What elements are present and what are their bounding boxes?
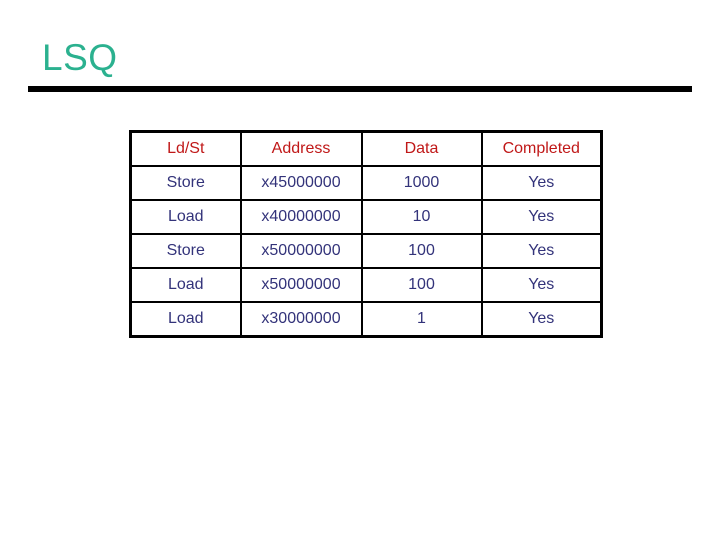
cell-ldst: Load [129, 267, 242, 303]
cell-address: x40000000 [239, 199, 363, 235]
cell-completed: Yes [480, 267, 603, 303]
lsq-table-container: Ld/St Address Data Completed Store x4500… [129, 130, 603, 338]
column-header-completed: Completed [480, 130, 603, 167]
column-header-address: Address [239, 130, 363, 167]
page-title: LSQ [42, 37, 118, 78]
table-row: Load x30000000 1 Yes [129, 301, 603, 338]
table-header-row: Ld/St Address Data Completed [129, 130, 603, 167]
table-body: Store x45000000 1000 Yes Load x40000000 … [129, 165, 603, 338]
cell-ldst: Store [129, 233, 242, 269]
title-divider-rule [28, 86, 692, 92]
cell-ldst: Store [129, 165, 242, 201]
table-row: Store x45000000 1000 Yes [129, 165, 603, 201]
cell-completed: Yes [480, 199, 603, 235]
table-header: Ld/St Address Data Completed [129, 130, 603, 167]
table-row: Store x50000000 100 Yes [129, 233, 603, 269]
cell-completed: Yes [480, 233, 603, 269]
cell-data: 10 [360, 199, 483, 235]
cell-data: 1000 [360, 165, 483, 201]
cell-completed: Yes [480, 301, 603, 338]
cell-data: 1 [360, 301, 483, 338]
cell-address: x50000000 [239, 233, 363, 269]
column-header-ldst: Ld/St [129, 130, 242, 167]
table-row: Load x40000000 10 Yes [129, 199, 603, 235]
table-row: Load x50000000 100 Yes [129, 267, 603, 303]
cell-data: 100 [360, 267, 483, 303]
cell-data: 100 [360, 233, 483, 269]
cell-ldst: Load [129, 301, 242, 338]
load-store-queue-table: Ld/St Address Data Completed Store x4500… [129, 130, 603, 338]
cell-address: x45000000 [239, 165, 363, 201]
cell-address: x30000000 [239, 301, 363, 338]
column-header-data: Data [360, 130, 483, 167]
cell-completed: Yes [480, 165, 603, 201]
cell-ldst: Load [129, 199, 242, 235]
cell-address: x50000000 [239, 267, 363, 303]
slide-canvas: LSQ Ld/St Address Data Completed Store x… [0, 0, 720, 540]
